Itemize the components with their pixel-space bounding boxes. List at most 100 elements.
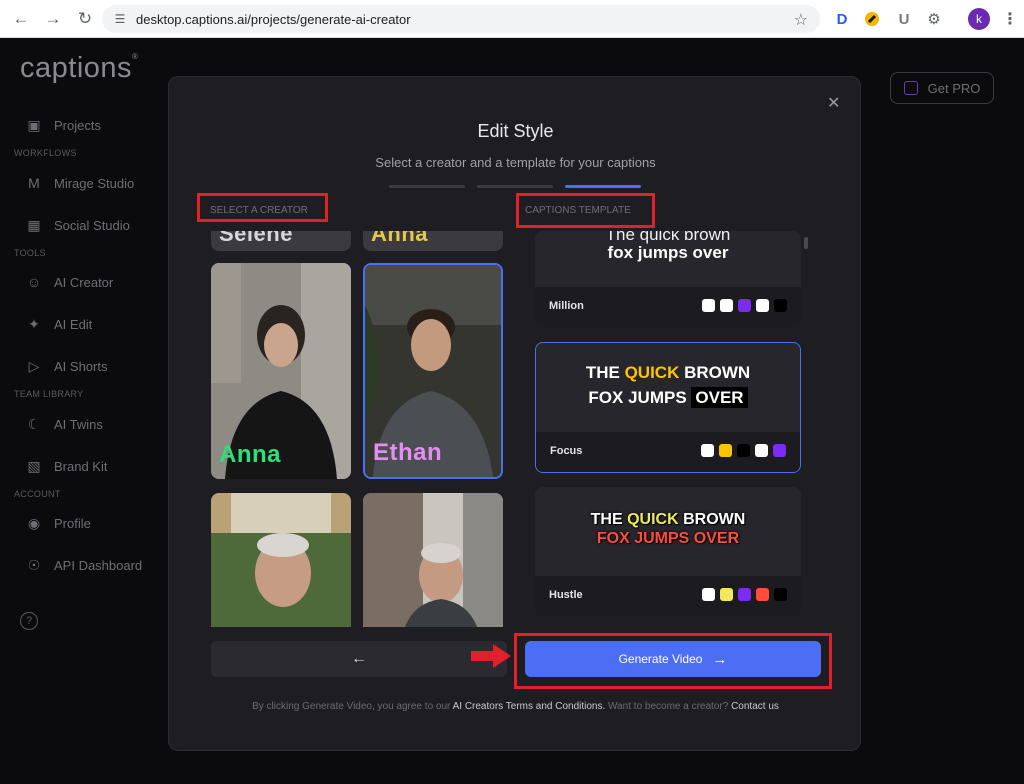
template-preview-line2: FOX JUMPS OVER xyxy=(596,530,740,547)
profile-icon: ◉ xyxy=(27,514,41,531)
annotation-box-generate-video xyxy=(514,633,832,689)
profile-avatar[interactable]: k xyxy=(968,8,990,30)
creator-name: Anna xyxy=(371,231,428,246)
swatch xyxy=(701,444,714,457)
ai-shorts-icon: ▷ xyxy=(28,357,40,374)
api-icon: ☉ xyxy=(27,556,41,573)
sidebar-section-team-library: TEAM LIBRARY xyxy=(14,389,84,399)
template-preview: The quick brown fox jumps over xyxy=(535,231,801,287)
template-card-focus[interactable]: THE QUICK BROWN FOX JUMPS OVER Focus xyxy=(535,342,801,473)
swatch xyxy=(720,299,733,312)
template-footer: Million xyxy=(535,287,801,327)
sidebar-item-ai-edit[interactable]: ✦ AI Edit xyxy=(24,313,92,335)
template-preview: THE QUICK BROWN FOX JUMPS OVER xyxy=(536,343,800,433)
help-icon[interactable]: ? xyxy=(20,612,38,630)
swatch xyxy=(737,444,750,457)
creator-grid[interactable]: Selene Anna Anna Ethan xyxy=(211,231,507,627)
sidebar-item-ai-shorts[interactable]: ▷ AI Shorts xyxy=(24,355,108,377)
creator-photo-6 xyxy=(363,493,503,627)
social-icon: ▦ xyxy=(27,216,41,233)
swatch xyxy=(773,444,786,457)
address-bar[interactable]: ☰ desktop.captions.ai/projects/generate-… xyxy=(102,5,820,33)
creator-name: Selene xyxy=(219,231,293,246)
swatch xyxy=(702,588,715,601)
template-preview-line2: fox jumps over xyxy=(607,243,729,262)
swatch xyxy=(774,299,787,312)
template-card-million[interactable]: The quick brown fox jumps over Million xyxy=(535,231,801,327)
terms-note: By clicking Generate Video, you agree to… xyxy=(252,701,779,712)
browser-menu-icon[interactable]: ⋮ xyxy=(1002,9,1018,29)
template-name: Million xyxy=(549,300,584,312)
creator-card-5[interactable] xyxy=(211,493,351,627)
sidebar-section-tools: TOOLS xyxy=(14,248,46,258)
back-button[interactable]: ← xyxy=(211,641,507,677)
step-indicator-3 xyxy=(565,185,641,188)
get-pro-button[interactable]: Get PRO xyxy=(890,72,994,104)
ai-twins-icon: ☾ xyxy=(27,415,41,432)
creator-card-anna-top[interactable]: Anna xyxy=(363,231,503,251)
modal-title: Edit Style xyxy=(477,121,554,141)
template-preview-line1: THE QUICK BROWN xyxy=(590,511,746,528)
projects-icon: ▣ xyxy=(27,116,41,133)
pro-plus-icon xyxy=(903,81,918,95)
terms-link[interactable]: AI Creators Terms and Conditions. xyxy=(453,701,606,712)
forward-arrow-icon[interactable]: → xyxy=(38,4,68,34)
template-preview-line2: FOX JUMPS OVER xyxy=(536,387,800,408)
swatch xyxy=(755,444,768,457)
annotation-box-captions-template xyxy=(516,193,655,228)
sidebar-item-api-dashboard[interactable]: ☉ API Dashboard xyxy=(24,554,142,576)
site-settings-icon[interactable]: ☰ xyxy=(112,11,128,27)
creator-name: Anna xyxy=(219,441,281,468)
ai-edit-icon: ✦ xyxy=(28,315,40,332)
ai-creator-icon: ☺ xyxy=(26,274,42,290)
template-swatches xyxy=(696,444,786,457)
swatch xyxy=(738,299,751,312)
template-name: Focus xyxy=(550,445,583,457)
template-preview: THE QUICK BROWN FOX JUMPS OVER xyxy=(535,487,801,576)
template-scrollbar[interactable] xyxy=(804,237,808,249)
template-footer: Focus xyxy=(536,432,800,472)
contact-us-link[interactable]: Contact us xyxy=(731,701,779,712)
creator-name: Ethan xyxy=(373,439,443,466)
step-indicator-1 xyxy=(389,185,465,188)
back-arrow-icon[interactable]: ← xyxy=(6,4,36,34)
swatch xyxy=(702,299,715,312)
sidebar-item-mirage-studio[interactable]: M Mirage Studio xyxy=(24,172,134,194)
sidebar-item-social-studio[interactable]: ▦ Social Studio xyxy=(24,214,130,236)
sidebar-item-ai-creator[interactable]: ☺ AI Creator xyxy=(24,271,113,293)
url-text[interactable]: desktop.captions.ai/projects/generate-ai… xyxy=(136,12,411,27)
extension-d-icon[interactable]: D xyxy=(832,9,852,29)
creator-card-ethan[interactable]: Ethan xyxy=(363,263,503,479)
mirage-icon: M xyxy=(28,175,40,191)
template-list[interactable]: The quick brown fox jumps over Million T… xyxy=(535,231,807,621)
template-card-hustle[interactable]: THE QUICK BROWN FOX JUMPS OVER Hustle xyxy=(535,487,801,616)
reload-icon[interactable]: ↻ xyxy=(70,4,100,34)
template-swatches xyxy=(697,299,787,312)
swatch xyxy=(719,444,732,457)
extensions-puzzle-icon[interactable]: ⚙ xyxy=(924,9,944,29)
captions-logo[interactable]: captions® xyxy=(20,52,138,85)
swatch xyxy=(756,299,769,312)
creator-card-selene[interactable]: Selene xyxy=(211,231,351,251)
sidebar-item-ai-twins[interactable]: ☾ AI Twins xyxy=(24,413,103,435)
brand-kit-icon: ▧ xyxy=(27,457,41,474)
sidebar-section-account: ACCOUNT xyxy=(14,489,61,499)
back-arrow-icon: ← xyxy=(351,650,367,667)
annotation-arrow-icon xyxy=(471,644,511,668)
extension-u-icon[interactable]: U xyxy=(894,9,914,29)
step-indicator-2 xyxy=(477,185,553,188)
template-preview-line1: THE QUICK BROWN xyxy=(585,363,751,382)
close-icon[interactable]: ✕ xyxy=(827,93,840,113)
modal-subtitle: Select a creator and a template for your… xyxy=(375,155,656,170)
browser-toolbar: ← → ↻ ☰ desktop.captions.ai/projects/gen… xyxy=(0,0,1024,38)
sidebar-item-brand-kit[interactable]: ▧ Brand Kit xyxy=(24,455,107,477)
creator-card-anna[interactable]: Anna xyxy=(211,263,351,479)
bookmark-star-icon[interactable]: ☆ xyxy=(794,10,808,30)
sidebar-item-profile[interactable]: ◉ Profile xyxy=(24,512,91,534)
swatch xyxy=(738,588,751,601)
swatch xyxy=(720,588,733,601)
creator-card-6[interactable] xyxy=(363,493,503,627)
extension-s-icon[interactable] xyxy=(862,9,882,29)
swatch xyxy=(756,588,769,601)
sidebar-item-projects[interactable]: ▣ Projects xyxy=(24,114,101,136)
